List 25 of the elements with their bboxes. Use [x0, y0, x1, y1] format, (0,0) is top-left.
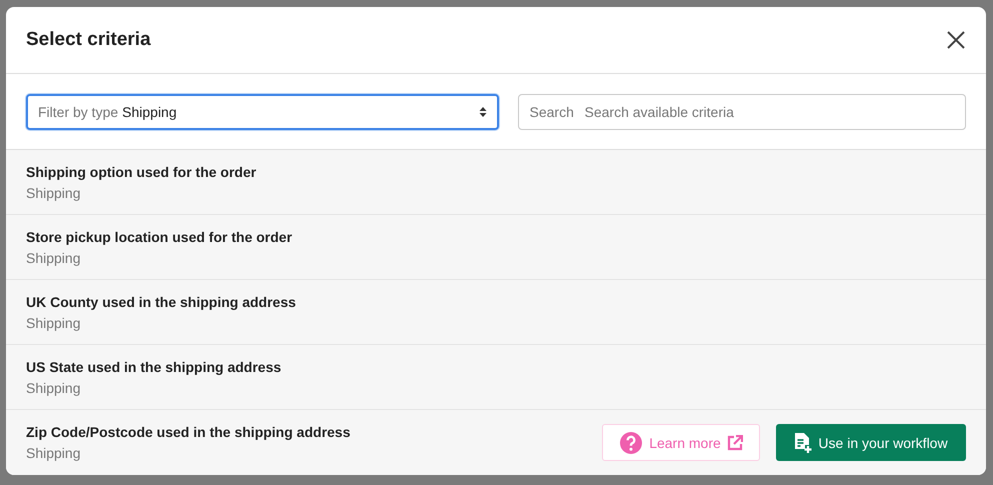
close-button[interactable] [946, 30, 966, 50]
criteria-row[interactable]: Shipping option used for the order Shipping [6, 150, 986, 215]
criteria-row[interactable]: Store pickup location used for the order Shipping [6, 215, 986, 280]
criteria-type: Shipping [26, 314, 82, 330]
use-in-workflow-button[interactable]: Use in your workflow [776, 424, 966, 461]
criteria-row[interactable]: US State used in the shipping address Shipping [6, 345, 986, 410]
criteria-type: Shipping [26, 380, 82, 396]
dialog-title: Select criteria [26, 29, 151, 51]
external-link-icon [726, 434, 743, 450]
criteria-name: US State used in the shipping address [26, 358, 282, 374]
help-icon [619, 430, 644, 454]
criteria-type: Shipping [26, 184, 82, 200]
criteria-row[interactable]: UK County used in the shipping address Shipping [6, 280, 986, 345]
criteria-type: Shipping [26, 250, 82, 266]
filter-select[interactable]: Filter by type Shipping [26, 94, 498, 130]
criteria-name: Store pickup location used for the order [26, 228, 292, 244]
close-icon [947, 31, 965, 49]
criteria-name: Zip Code/Postcode used in the shipping address [26, 424, 350, 440]
criteria-name: UK County used in the shipping address [26, 294, 296, 310]
document-add-icon [794, 432, 812, 454]
criteria-name: Shipping option used for the order [26, 164, 256, 180]
criteria-row[interactable]: Zip Code/Postcode used in the shipping address Shipping Learn more Use in your workflow [6, 410, 986, 475]
criteria-type: Shipping [26, 445, 82, 461]
sort-arrows-icon [478, 106, 486, 118]
search-label: Search [530, 104, 574, 120]
